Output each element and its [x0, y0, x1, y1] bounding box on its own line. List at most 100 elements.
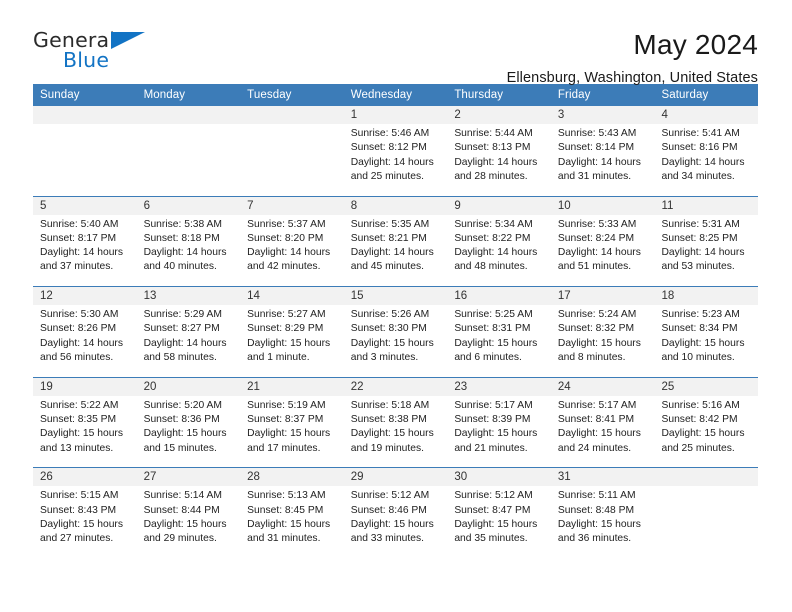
day-number: 15 [343, 287, 448, 306]
day-sun-info: Sunrise: 5:22 AM Sunset: 8:35 PM Daylight:… [33, 396, 137, 456]
day-cell[interactable]: 9 Sunrise: 5:34 AM Sunset: 8:22 PM Daylight… [447, 196, 551, 287]
day-cell-empty [654, 468, 759, 558]
day-cell[interactable]: 5 Sunrise: 5:40 AM Sunset: 8:17 PM Daylight… [33, 196, 137, 287]
daylight-text: Daylight: 15 hours and 21 minutes. [454, 428, 538, 454]
weekday-header-tuesday: Tuesday [247, 89, 292, 101]
sunrise-text: Sunrise: 5:30 AM [40, 309, 119, 321]
page-title: May 2024 [633, 29, 758, 60]
day-number: 5 [33, 196, 137, 215]
day-cell[interactable]: 27 Sunrise: 5:14 AM Sunset: 8:44 PM Dayligh… [136, 468, 241, 558]
day-sun-info: Sunrise: 5:33 AM Sunset: 8:24 PM Daylight:… [551, 215, 655, 275]
day-sun-info: Sunrise: 5:40 AM Sunset: 8:17 PM Daylight:… [33, 215, 137, 275]
daylight-text: Daylight: 15 hours and 1 minute. [247, 337, 331, 364]
daylight-text: Daylight: 15 hours and 15 minutes. [143, 428, 227, 454]
day-cell[interactable]: 25 Sunrise: 5:16 AM Sunset: 8:42 PM Dayligh… [654, 377, 759, 468]
weekday-header-friday: Friday [557, 89, 591, 101]
day-sun-info: Sunrise: 5:26 AM Sunset: 8:30 PM Daylight:… [344, 305, 448, 365]
sunrise-text: Sunrise: 5:17 AM [557, 399, 637, 411]
day-sun-info: Sunrise: 5:20 AM Sunset: 8:36 PM Daylight:… [137, 396, 241, 456]
sunrise-text: Sunrise: 5:40 AM [40, 218, 119, 230]
daylight-text: Daylight: 15 hours and 25 minutes. [661, 428, 745, 454]
day-cell[interactable]: 30 Sunrise: 5:12 AM Sunset: 8:47 PM Dayligh… [447, 468, 551, 558]
day-number: 7 [240, 196, 344, 215]
sunrise-text: Sunrise: 5:12 AM [454, 490, 533, 502]
sunrise-text: Sunrise: 5:20 AM [143, 399, 222, 411]
day-number: 13 [136, 287, 241, 306]
day-cell[interactable]: 22 Sunrise: 5:18 AM Sunset: 8:38 PM Dayligh… [343, 377, 448, 468]
day-number: 27 [136, 468, 241, 487]
daylight-text: Daylight: 14 hours and 37 minutes. [40, 247, 123, 273]
day-number: 24 [550, 377, 655, 396]
day-cell[interactable]: 10 Sunrise: 5:33 AM Sunset: 8:24 PM Dayligh… [550, 196, 655, 287]
day-cell[interactable]: 19 Sunrise: 5:22 AM Sunset: 8:35 PM Dayligh… [33, 377, 137, 468]
day-cell[interactable]: 16 Sunrise: 5:25 AM Sunset: 8:31 PM Dayligh… [447, 287, 551, 377]
sunset-text: Sunset: 8:17 PM [40, 232, 117, 244]
calendar-grid: Sunday Monday Tuesday Wednesday Thursday Frid… [33, 84, 759, 558]
weekday-header-monday: Monday [143, 89, 186, 101]
day-cell[interactable]: 17 Sunrise: 5:24 AM Sunset: 8:32 PM Dayligh… [550, 287, 655, 377]
daylight-text: Daylight: 15 hours and 6 minutes. [454, 337, 538, 364]
weekday-header-sunday: Sunday [40, 89, 80, 101]
day-cell[interactable]: 1 Sunrise: 5:46 AM Sunset: 8:12 PM Daylight… [343, 106, 448, 196]
daylight-text: Daylight: 15 hours and 8 minutes. [557, 337, 641, 364]
day-number: 10 [550, 196, 655, 215]
daylight-text: Daylight: 15 hours and 27 minutes. [40, 518, 123, 545]
sunrise-text: Sunrise: 5:11 AM [557, 490, 636, 502]
sunrise-text: Sunrise: 5:12 AM [350, 490, 430, 502]
day-cell[interactable]: 26 Sunrise: 5:15 AM Sunset: 8:43 PM Dayligh… [33, 468, 137, 558]
day-number: 12 [33, 287, 137, 306]
day-sun-info: Sunrise: 5:16 AM Sunset: 8:42 PM Daylight:… [654, 396, 758, 456]
day-sun-info: Sunrise: 5:17 AM Sunset: 8:41 PM Daylight:… [551, 396, 655, 456]
day-cell[interactable]: 6 Sunrise: 5:38 AM Sunset: 8:18 PM Daylight… [136, 196, 241, 287]
day-cell[interactable]: 21 Sunrise: 5:19 AM Sunset: 8:37 PM Dayligh… [240, 377, 344, 468]
sunrise-text: Sunrise: 5:23 AM [661, 309, 740, 321]
day-number [33, 106, 137, 124]
day-sun-info: Sunrise: 5:15 AM Sunset: 8:43 PM Daylight:… [33, 486, 137, 546]
sunrise-text: Sunrise: 5:29 AM [143, 309, 222, 321]
day-cell[interactable]: 28 Sunrise: 5:13 AM Sunset: 8:45 PM Dayligh… [240, 468, 344, 558]
day-sun-info: Sunrise: 5:29 AM Sunset: 8:27 PM Daylight:… [137, 305, 241, 365]
sunset-text: Sunset: 8:39 PM [454, 414, 531, 426]
day-cell[interactable]: 29 Sunrise: 5:12 AM Sunset: 8:46 PM Dayligh… [343, 468, 448, 558]
day-cell[interactable]: 31 Sunrise: 5:11 AM Sunset: 8:48 PM Dayligh… [550, 468, 655, 558]
calendar-week-row: 26 Sunrise: 5:15 AM Sunset: 8:43 PM Dayligh… [33, 467, 759, 558]
daylight-text: Daylight: 14 hours and 28 minutes. [454, 156, 538, 182]
day-cell[interactable]: 20 Sunrise: 5:20 AM Sunset: 8:36 PM Dayligh… [136, 377, 241, 468]
day-cell[interactable]: 14 Sunrise: 5:27 AM Sunset: 8:29 PM Dayligh… [240, 287, 344, 377]
day-cell[interactable]: 8 Sunrise: 5:35 AM Sunset: 8:21 PM Daylight… [343, 196, 448, 287]
daylight-text: Daylight: 14 hours and 25 minutes. [350, 156, 434, 182]
day-cell[interactable]: 12 Sunrise: 5:30 AM Sunset: 8:26 PM Dayligh… [33, 287, 137, 377]
day-number: 22 [343, 377, 448, 396]
sunrise-text: Sunrise: 5:27 AM [247, 309, 326, 321]
day-sun-info: Sunrise: 5:46 AM Sunset: 8:12 PM Daylight:… [344, 124, 448, 184]
sunset-text: Sunset: 8:31 PM [454, 323, 531, 335]
sunrise-text: Sunrise: 5:18 AM [350, 399, 430, 411]
day-cell[interactable]: 15 Sunrise: 5:26 AM Sunset: 8:30 PM Dayligh… [343, 287, 448, 377]
day-cell[interactable]: 2 Sunrise: 5:44 AM Sunset: 8:13 PM Daylight… [447, 106, 551, 196]
day-cell[interactable]: 23 Sunrise: 5:17 AM Sunset: 8:39 PM Dayligh… [447, 377, 551, 468]
sunrise-text: Sunrise: 5:44 AM [454, 128, 533, 139]
day-sun-info: Sunrise: 5:27 AM Sunset: 8:29 PM Daylight:… [240, 305, 344, 365]
sunset-text: Sunset: 8:46 PM [350, 504, 427, 516]
sunrise-text: Sunrise: 5:14 AM [143, 490, 222, 502]
daylight-text: Daylight: 14 hours and 53 minutes. [661, 247, 745, 273]
calendar-weeks: 1 Sunrise: 5:46 AM Sunset: 8:12 PM Daylight… [33, 106, 759, 558]
title-block: May 2024 Ellensburg, Washington, United … [507, 28, 758, 86]
day-number: 4 [654, 106, 759, 124]
day-cell[interactable]: 13 Sunrise: 5:29 AM Sunset: 8:27 PM Dayligh… [136, 287, 241, 377]
daylight-text: Daylight: 15 hours and 24 minutes. [557, 428, 641, 454]
day-sun-info: Sunrise: 5:24 AM Sunset: 8:32 PM Daylight:… [551, 305, 655, 365]
day-sun-info: Sunrise: 5:38 AM Sunset: 8:18 PM Daylight:… [137, 215, 241, 275]
sunset-text: Sunset: 8:35 PM [40, 414, 117, 426]
day-cell[interactable]: 11 Sunrise: 5:31 AM Sunset: 8:25 PM Dayligh… [654, 196, 759, 287]
sunset-text: Sunset: 8:30 PM [350, 323, 427, 335]
general-blue-logo[interactable]: General Blue [33, 28, 151, 74]
day-cell[interactable]: 18 Sunrise: 5:23 AM Sunset: 8:34 PM Dayligh… [654, 287, 759, 377]
day-cell[interactable]: 24 Sunrise: 5:17 AM Sunset: 8:41 PM Dayligh… [550, 377, 655, 468]
day-cell[interactable]: 4 Sunrise: 5:41 AM Sunset: 8:16 PM Daylight… [654, 106, 759, 196]
daylight-text: Daylight: 15 hours and 19 minutes. [350, 428, 434, 454]
day-cell[interactable]: 7 Sunrise: 5:37 AM Sunset: 8:20 PM Daylight… [240, 196, 344, 287]
day-cell[interactable]: 3 Sunrise: 5:43 AM Sunset: 8:14 PM Daylight… [550, 106, 655, 196]
sunset-text: Sunset: 8:29 PM [247, 323, 324, 335]
daylight-text: Daylight: 15 hours and 10 minutes. [661, 337, 745, 364]
